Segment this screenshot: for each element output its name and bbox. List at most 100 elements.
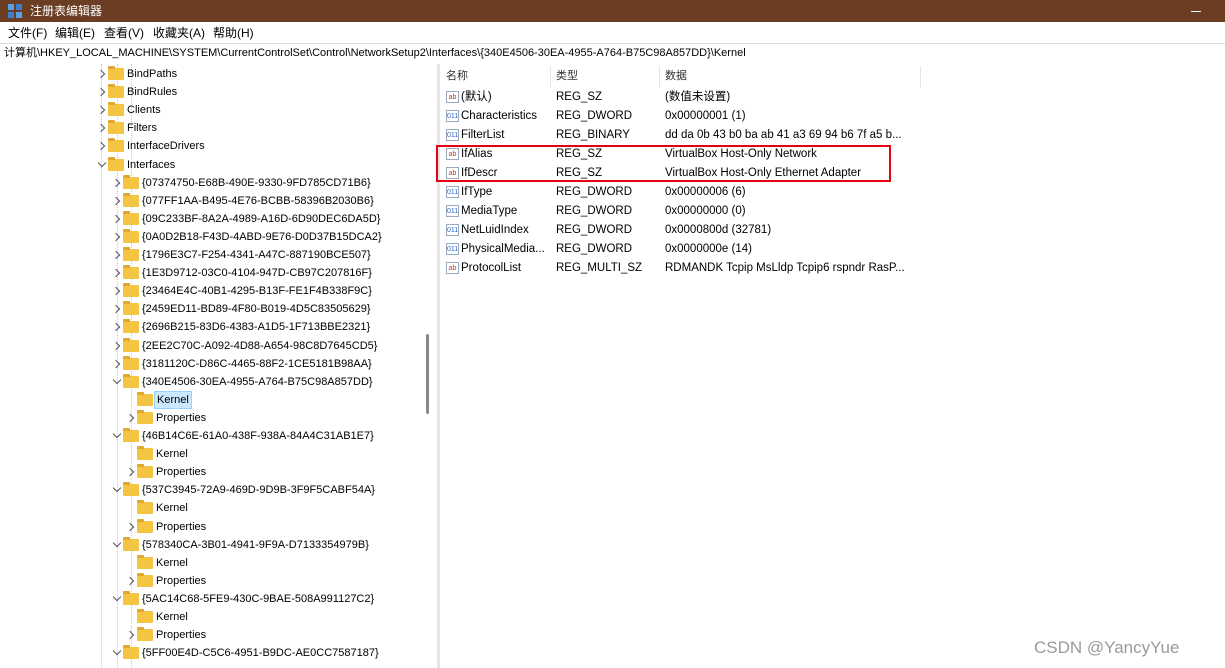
tree-node[interactable]: {1796E3C7-F254-4341-A47C-887190BCE507} <box>0 246 430 264</box>
value-row[interactable]: 011 FilterList REG_BINARY dd da 0b 43 b0 ba… <box>440 126 1225 145</box>
tree-node[interactable]: Kernel <box>0 445 430 463</box>
tree-node[interactable]: {2EE2C70C-A092-4D88-A654-98C8D7645CD5} <box>0 337 430 355</box>
tree-node[interactable]: Filters <box>0 119 430 137</box>
tree-node-label: {537C3945-72A9-469D-9D9B-3F9F5CABF54A} <box>142 484 375 497</box>
tree-node[interactable]: {2696B215-83D6-4383-A1D5-1F713BBE2321} <box>0 318 430 336</box>
chevron-right-icon[interactable] <box>96 119 108 137</box>
tree-node[interactable]: InterfaceDrivers <box>0 137 430 155</box>
chevron-right-icon[interactable] <box>125 518 137 536</box>
value-row[interactable]: 011 MediaType REG_DWORD 0x00000000 (0) <box>440 202 1225 221</box>
menu-edit[interactable]: 编辑(E) <box>55 25 95 41</box>
tree-node[interactable]: Kernel <box>0 499 430 517</box>
minimize-button[interactable] <box>1186 0 1216 22</box>
chevron-right-icon[interactable] <box>111 246 123 264</box>
tree-node[interactable]: {3181120C-D86C-4465-88F2-1CE5181B98AA} <box>0 355 430 373</box>
tree-node[interactable]: {2459ED11-BD89-4F80-B019-4D5C83505629} <box>0 300 430 318</box>
tree-node[interactable]: Properties <box>0 409 430 427</box>
registry-editor-icon <box>8 4 22 18</box>
menu-view[interactable]: 查看(V) <box>104 25 144 41</box>
chevron-down-icon[interactable] <box>111 590 123 608</box>
tree-node-label: BindRules <box>127 86 178 99</box>
tree-node[interactable]: Properties <box>0 626 430 644</box>
chevron-right-icon[interactable] <box>111 300 123 318</box>
tree-node[interactable]: {340E4506-30EA-4955-A764-B75C98A857DD} <box>0 373 430 391</box>
column-separator[interactable] <box>920 66 921 88</box>
chevron-down-icon[interactable] <box>96 156 108 174</box>
tree-node-label: Kernel <box>156 448 188 461</box>
chevron-right-icon[interactable] <box>111 192 123 210</box>
tree-node[interactable]: Properties <box>0 518 430 536</box>
chevron-right-icon[interactable] <box>111 210 123 228</box>
chevron-right-icon[interactable] <box>96 137 108 155</box>
menu-file[interactable]: 文件(F) <box>8 25 47 41</box>
chevron-down-icon[interactable] <box>111 481 123 499</box>
chevron-right-icon[interactable] <box>96 101 108 119</box>
tree-node[interactable]: Properties <box>0 572 430 590</box>
column-header-data[interactable]: 数据 <box>665 69 687 83</box>
tree-node[interactable]: {23464E4C-40B1-4295-B13F-FE1F4B338F9C} <box>0 282 430 300</box>
tree-node[interactable]: {09C233BF-8A2A-4989-A16D-6D90DEC6DA5D} <box>0 210 430 228</box>
chevron-right-icon[interactable] <box>96 65 108 83</box>
value-type: REG_SZ <box>556 91 603 103</box>
tree-node[interactable]: Properties <box>0 463 430 481</box>
chevron-right-icon[interactable] <box>111 318 123 336</box>
chevron-right-icon[interactable] <box>111 355 123 373</box>
chevron-right-icon[interactable] <box>111 282 123 300</box>
value-row[interactable]: 011 PhysicalMedia... REG_DWORD 0x0000000e (… <box>440 240 1225 259</box>
column-separator[interactable] <box>550 66 551 88</box>
tree-node[interactable]: Kernel <box>0 608 430 626</box>
address-bar[interactable]: 计算机\HKEY_LOCAL_MACHINE\SYSTEM\CurrentCon… <box>0 43 1225 65</box>
chevron-right-icon[interactable] <box>125 572 137 590</box>
column-separator[interactable] <box>659 66 660 88</box>
chevron-down-icon[interactable] <box>111 427 123 445</box>
value-row[interactable]: 011 NetLuidIndex REG_DWORD 0x0000800d (3278… <box>440 221 1225 240</box>
value-name: NetLuidIndex <box>461 224 529 236</box>
chevron-right-icon[interactable] <box>111 228 123 246</box>
menu-help[interactable]: 帮助(H) <box>213 25 254 41</box>
value-row[interactable]: ab ProtocolList REG_MULTI_SZ RDMANDK Tcpip … <box>440 259 1225 278</box>
string-value-icon: ab <box>446 91 459 103</box>
column-header-type[interactable]: 类型 <box>556 69 578 83</box>
tree-node-label: InterfaceDrivers <box>127 140 205 153</box>
column-header-name[interactable]: 名称 <box>446 69 468 83</box>
value-row[interactable]: ab (默认) REG_SZ (数值未设置) <box>440 88 1225 107</box>
tree-node[interactable]: Interfaces <box>0 156 430 174</box>
chevron-right-icon[interactable] <box>125 463 137 481</box>
tree-node[interactable]: Kernel <box>0 390 430 409</box>
tree-scrollbar[interactable] <box>426 334 429 414</box>
tree-node[interactable]: {537C3945-72A9-469D-9D9B-3F9F5CABF54A} <box>0 481 430 499</box>
folder-icon <box>123 536 139 551</box>
tree-node[interactable]: {07374750-E68B-490E-9330-9FD785CD71B6} <box>0 174 430 192</box>
tree-node[interactable]: BindPaths <box>0 65 430 83</box>
menu-favorites[interactable]: 收藏夹(A) <box>153 25 205 41</box>
tree-node[interactable]: {1E3D9712-03C0-4104-947D-CB97C207816F} <box>0 264 430 282</box>
tree-node-label: {46B14C6E-61A0-438F-938A-84A4C31AB1E7} <box>142 430 374 442</box>
folder-icon <box>137 409 153 424</box>
tree-node[interactable]: {578340CA-3B01-4941-9F9A-D7133354979B} <box>0 536 430 554</box>
tree-node[interactable]: {5FF00E4D-C5C6-4951-B9DC-AE0CC7587187} <box>0 644 430 662</box>
tree-node[interactable]: Kernel <box>0 554 430 572</box>
value-type: REG_MULTI_SZ <box>556 262 643 274</box>
chevron-right-icon[interactable] <box>96 83 108 101</box>
tree-node-label: Filters <box>127 122 157 135</box>
value-type: REG_DWORD <box>556 205 633 217</box>
chevron-down-icon[interactable] <box>111 644 123 662</box>
tree-node[interactable]: {46B14C6E-61A0-438F-938A-84A4C31AB1E7} <box>0 427 430 445</box>
chevron-right-icon[interactable] <box>111 264 123 282</box>
value-row[interactable]: 011 IfType REG_DWORD 0x00000006 (6) <box>440 183 1225 202</box>
tree-node[interactable]: BindRules <box>0 83 430 101</box>
chevron-down-icon[interactable] <box>111 536 123 554</box>
chevron-down-icon[interactable] <box>111 373 123 391</box>
chevron-right-icon[interactable] <box>125 626 137 644</box>
chevron-right-icon[interactable] <box>125 409 137 427</box>
address-path[interactable]: 计算机\HKEY_LOCAL_MACHINE\SYSTEM\CurrentCon… <box>4 46 746 61</box>
tree-node[interactable]: {077FF1AA-B495-4E76-BCBB-58396B2030B6} <box>0 192 430 210</box>
tree-node[interactable]: {0A0D2B18-F43D-4ABD-9E76-D0D37B15DCA2} <box>0 228 430 246</box>
tree-node[interactable]: Clients <box>0 101 430 119</box>
binary-value-icon: 011 <box>446 243 459 255</box>
chevron-right-icon[interactable] <box>111 174 123 192</box>
tree-node[interactable]: {5AC14C68-5FE9-430C-9BAE-508A991127C2} <box>0 590 430 608</box>
chevron-right-icon[interactable] <box>111 337 123 355</box>
folder-icon <box>137 609 153 623</box>
value-row[interactable]: 011 Characteristics REG_DWORD 0x00000001 (1… <box>440 107 1225 126</box>
